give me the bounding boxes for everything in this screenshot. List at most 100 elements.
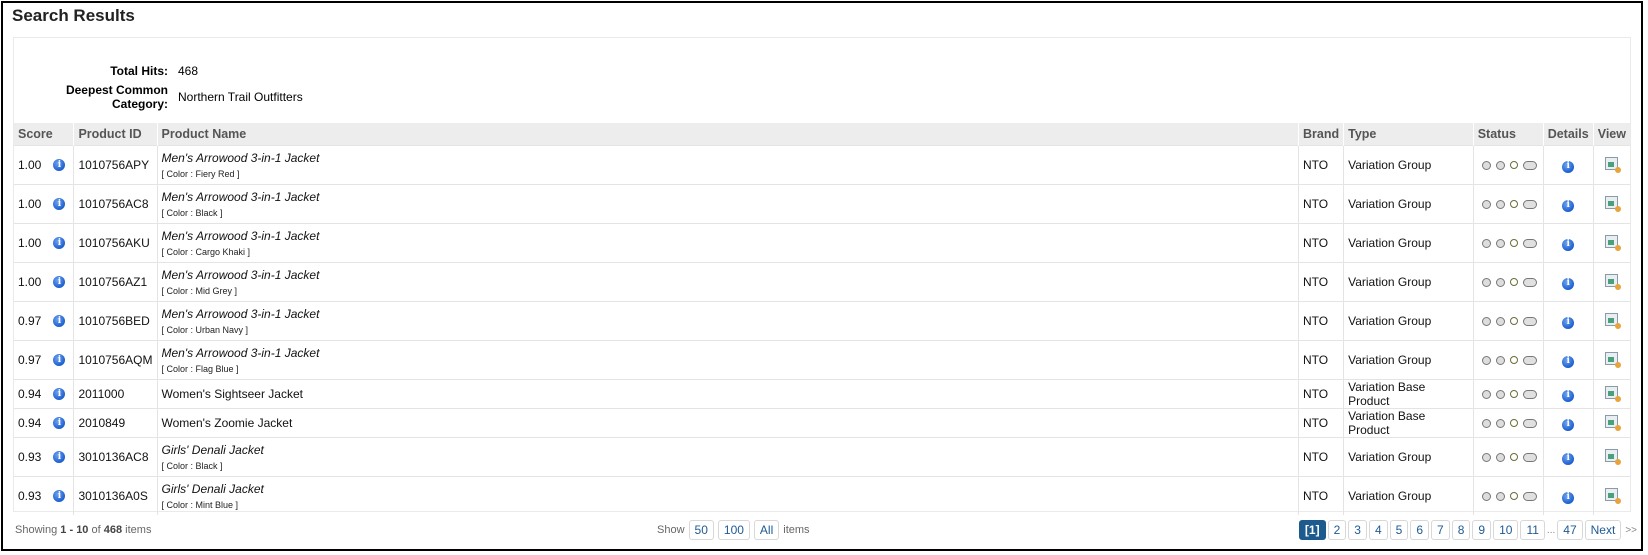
view-cell <box>1593 262 1630 302</box>
product-name-link[interactable]: Men's Arrowood 3-in-1 Jacket <box>162 151 1294 165</box>
online-status-icon <box>1481 160 1491 170</box>
page-link[interactable]: 11 <box>1520 520 1545 540</box>
page-link[interactable]: 2 <box>1327 520 1347 540</box>
product-name-cell: Men's Arrowood 3-in-1 Jacket [ Color : F… <box>157 340 1299 380</box>
variation-attribute: [ Color : Black ] <box>161 208 223 218</box>
view-product-icon[interactable] <box>1605 352 1622 368</box>
category-value: Northern Trail Outfitters <box>178 90 303 104</box>
product-name-link[interactable]: Men's Arrowood 3-in-1 Jacket <box>162 190 1294 204</box>
product-name-cell: Women's Zoomie Jacket <box>157 408 1299 438</box>
page-link[interactable]: 10 <box>1493 520 1519 540</box>
score-cell: 0.93 i <box>14 476 75 515</box>
view-product-icon[interactable] <box>1605 157 1622 173</box>
score-info-icon[interactable]: i <box>53 354 66 366</box>
page-link-last[interactable]: 47 <box>1557 520 1583 540</box>
brand: NTO <box>1298 408 1345 438</box>
details-cell: i <box>1543 145 1594 185</box>
page-link[interactable]: 6 <box>1410 520 1430 540</box>
score-info-icon[interactable]: i <box>53 490 66 502</box>
type: Variation Base Product <box>1343 379 1474 409</box>
pagination: [1] 2 3 4 5 6 7 8 9 10 11... 47 Next >> <box>1298 520 1637 540</box>
product-name-link[interactable]: Men's Arrowood 3-in-1 Jacket <box>162 307 1294 321</box>
details-info-icon[interactable]: i <box>1562 418 1575 431</box>
view-product-icon[interactable] <box>1605 313 1622 329</box>
view-product-icon[interactable] <box>1605 274 1622 290</box>
score-cell: 0.93 i <box>14 437 75 477</box>
total-hits-label: Total Hits: <box>110 64 168 78</box>
page-link[interactable]: 9 <box>1472 520 1492 540</box>
score-info-icon[interactable]: i <box>53 451 66 463</box>
view-cell <box>1593 379 1630 409</box>
view-product-icon[interactable] <box>1605 386 1622 402</box>
status-cell <box>1473 408 1544 438</box>
details-info-icon[interactable]: i <box>1562 238 1575 251</box>
page-link[interactable]: 5 <box>1389 520 1409 540</box>
product-name-link[interactable]: Women's Sightseer Jacket <box>162 387 1294 401</box>
variation-attribute: [ Color : Mint Blue ] <box>161 500 239 510</box>
score-info-icon[interactable]: i <box>53 159 66 171</box>
view-product-icon[interactable] <box>1605 488 1622 504</box>
view-product-icon[interactable] <box>1605 235 1622 251</box>
range-start: 1 <box>60 524 67 536</box>
brand: NTO <box>1298 301 1345 341</box>
header-score[interactable]: Score <box>14 123 75 146</box>
header-brand[interactable]: Brand <box>1298 123 1345 146</box>
score-cell: 0.94 i <box>14 379 75 409</box>
page-link[interactable]: 8 <box>1451 520 1471 540</box>
details-info-icon[interactable]: i <box>1562 355 1575 368</box>
header-product-name[interactable]: Product Name <box>157 123 1299 146</box>
details-info-icon[interactable]: i <box>1562 491 1575 504</box>
score-info-icon[interactable]: i <box>53 198 66 210</box>
view-product-icon[interactable] <box>1605 449 1622 465</box>
page-link[interactable]: 4 <box>1368 520 1388 540</box>
page-size-100[interactable]: 100 <box>717 520 750 540</box>
view-product-icon[interactable] <box>1605 196 1622 212</box>
online-status-icon <box>1481 452 1491 462</box>
page-size-all[interactable]: All <box>753 520 780 540</box>
status-cell <box>1473 223 1544 263</box>
product-id: 3010136AC8 <box>73 437 158 477</box>
details-info-icon[interactable]: i <box>1562 316 1575 329</box>
score-value: 1.00 <box>18 158 42 172</box>
page-link[interactable]: 7 <box>1431 520 1450 540</box>
score-info-icon[interactable]: i <box>53 417 66 429</box>
search-icon <box>1509 390 1518 398</box>
key-icon <box>1522 277 1537 287</box>
product-name-cell: Girls' Denali Jacket [ Color : Mint Blue… <box>157 476 1299 515</box>
details-info-icon[interactable]: i <box>1562 199 1575 212</box>
product-name-link[interactable]: Girls' Denali Jacket <box>162 482 1294 496</box>
header-details: Details <box>1543 123 1594 146</box>
view-product-icon[interactable] <box>1605 415 1622 431</box>
product-name-link[interactable]: Men's Arrowood 3-in-1 Jacket <box>162 229 1294 243</box>
next-page-button[interactable]: Next <box>1584 520 1622 540</box>
details-info-icon[interactable]: i <box>1562 389 1575 402</box>
score-info-icon[interactable]: i <box>53 315 66 327</box>
details-info-icon[interactable]: i <box>1562 277 1575 290</box>
product-name-link[interactable]: Girls' Denali Jacket <box>162 443 1294 457</box>
details-info-icon[interactable]: i <box>1562 452 1575 465</box>
table-row: 1.00 i 1010756AZ1 Men's Arrowood 3-in-1 … <box>14 262 1630 302</box>
page-current[interactable]: [1] <box>1298 520 1326 540</box>
score-value: 0.97 <box>18 353 42 367</box>
product-name-link[interactable]: Women's Zoomie Jacket <box>162 416 1294 430</box>
key-icon <box>1522 160 1537 170</box>
product-name-link[interactable]: Men's Arrowood 3-in-1 Jacket <box>162 268 1294 282</box>
items-text: items <box>125 524 152 536</box>
key-icon <box>1522 355 1537 365</box>
page-link[interactable]: 3 <box>1348 520 1367 540</box>
score-info-icon[interactable]: i <box>53 388 66 400</box>
product-id: 1010756BED <box>73 301 158 341</box>
score-info-icon[interactable]: i <box>53 276 66 288</box>
details-info-icon[interactable]: i <box>1562 160 1575 173</box>
table-row: 0.93 i 3010136AC8 Girls' Denali Jacket [… <box>14 437 1630 477</box>
header-product-id[interactable]: Product ID <box>73 123 158 146</box>
page-size-50[interactable]: 50 <box>688 520 714 540</box>
details-cell: i <box>1543 184 1594 224</box>
searchable-icon <box>1495 452 1505 462</box>
online-status-icon <box>1481 355 1491 365</box>
header-type[interactable]: Type <box>1343 123 1474 146</box>
product-name-link[interactable]: Men's Arrowood 3-in-1 Jacket <box>162 346 1294 360</box>
next-arrows-icon[interactable]: >> <box>1625 525 1637 536</box>
score-info-icon[interactable]: i <box>53 237 66 249</box>
brand: NTO <box>1298 379 1345 409</box>
